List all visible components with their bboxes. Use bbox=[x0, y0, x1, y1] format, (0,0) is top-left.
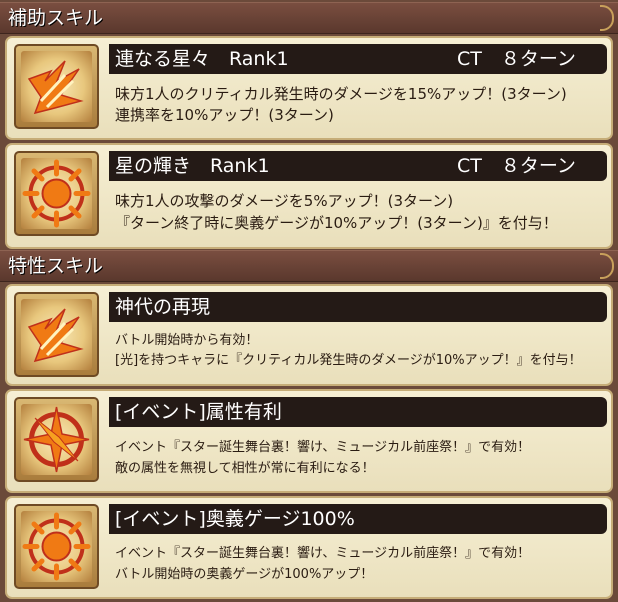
skill-icon-frame bbox=[14, 292, 99, 377]
skill-card[interactable]: 星の輝き Rank1 CT ８ターン 味方1人の攻撃のダメージを5%アップ！(3… bbox=[5, 143, 613, 249]
skill-name-bar: 連なる星々 Rank1 CT ８ターン bbox=[109, 44, 607, 74]
skill-name: [イベント]奥義ゲージ100% bbox=[115, 508, 355, 530]
skill-description-line: バトル開始時から有効！ bbox=[115, 333, 259, 348]
skill-name: [イベント]属性有利 bbox=[115, 401, 282, 423]
skill-description-line: イベント『スター誕生舞台裏！響け、ミュージカル前座祭！』で有効！ bbox=[115, 546, 531, 561]
skill-icon-frame bbox=[14, 397, 99, 482]
trait-skills-header: 特性スキル bbox=[0, 250, 618, 282]
skill-icon-frame bbox=[14, 151, 99, 236]
sun-burst-icon bbox=[21, 511, 92, 582]
skill-name-bar: [イベント]属性有利 bbox=[109, 397, 607, 427]
skill-description-line: 連携率を10%アップ！(3ターン) bbox=[115, 106, 334, 124]
scroll-ornament-icon bbox=[600, 253, 614, 279]
skill-cooldown: CT ８ターン bbox=[457, 155, 576, 177]
skill-name: 連なる星々 Rank1 bbox=[115, 48, 289, 70]
section-title: 特性スキル bbox=[8, 255, 104, 277]
skill-icon-frame bbox=[14, 504, 99, 589]
skill-description-line: 敵の属性を無視して相性が常に有利になる！ bbox=[115, 461, 375, 476]
skill-name: 神代の再現 bbox=[115, 296, 211, 318]
flame-sword-icon bbox=[21, 51, 92, 122]
skill-list-page: 補助スキル 連なる星々 Rank1 CT ８ターン 味方1人のクリティカル発生時… bbox=[0, 0, 618, 602]
skill-description-line: 味方1人の攻撃のダメージを5%アップ！(3ターン) bbox=[115, 192, 454, 210]
skill-name: 星の輝き Rank1 bbox=[115, 155, 270, 177]
skill-cooldown: CT ８ターン bbox=[457, 48, 576, 70]
skill-card[interactable]: [イベント]奥義ゲージ100% イベント『スター誕生舞台裏！響け、ミュージカル前… bbox=[5, 496, 613, 599]
skill-name-bar: 神代の再現 bbox=[109, 292, 607, 322]
skill-card[interactable]: 連なる星々 Rank1 CT ８ターン 味方1人のクリティカル発生時のダメージを… bbox=[5, 36, 613, 140]
skill-icon-frame bbox=[14, 44, 99, 129]
skill-card[interactable]: 神代の再現 バトル開始時から有効！ [光]を持つキャラに『クリティカル発生時のダ… bbox=[5, 284, 613, 386]
skill-name-bar: [イベント]奥義ゲージ100% bbox=[109, 504, 607, 534]
compass-star-icon bbox=[21, 404, 92, 475]
skill-description-line: [光]を持つキャラに『クリティカル発生時のダメージが10%アップ！』を付与！ bbox=[115, 353, 582, 368]
skill-description-line: 『ターン終了時に奥義ゲージが10%アップ！(3ターン)』を付与！ bbox=[115, 214, 558, 232]
skill-description-line: イベント『スター誕生舞台裏！響け、ミュージカル前座祭！』で有効！ bbox=[115, 440, 531, 455]
skill-description-line: バトル開始時の奥義ゲージが100%アップ！ bbox=[115, 567, 374, 582]
skill-name-bar: 星の輝き Rank1 CT ８ターン bbox=[109, 151, 607, 181]
sun-burst-icon bbox=[21, 158, 92, 229]
flame-sword-icon bbox=[21, 299, 92, 370]
scroll-ornament-icon bbox=[600, 5, 614, 31]
section-title: 補助スキル bbox=[8, 7, 104, 29]
skill-description-line: 味方1人のクリティカル発生時のダメージを15%アップ！(3ターン) bbox=[115, 85, 567, 103]
support-skills-header: 補助スキル bbox=[0, 2, 618, 34]
skill-card[interactable]: [イベント]属性有利 イベント『スター誕生舞台裏！響け、ミュージカル前座祭！』で… bbox=[5, 389, 613, 493]
